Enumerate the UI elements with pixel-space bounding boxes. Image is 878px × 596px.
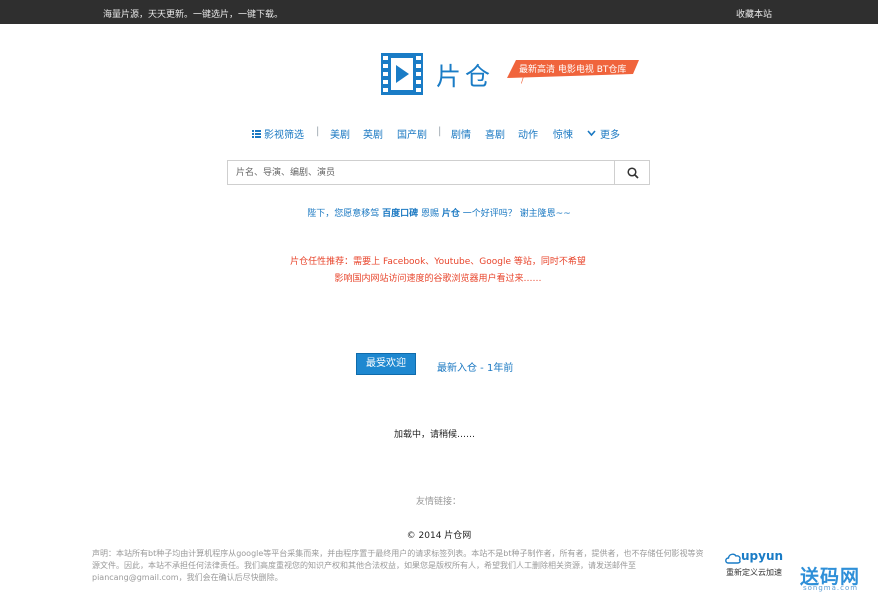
upyun-logo-text[interactable]: upyun xyxy=(741,549,783,563)
notice-text-3: 一个好评吗？ xyxy=(462,209,517,219)
loading-message: 加载中，请稍候…… xyxy=(394,430,476,440)
nav-item-drama[interactable]: 剧情 xyxy=(451,126,471,141)
nav-item-cn-drama[interactable]: 国产剧 xyxy=(397,126,427,141)
list-icon xyxy=(252,130,261,138)
watermark-url: songma.com xyxy=(803,584,859,592)
notice-text-2: 恩赐 xyxy=(421,209,440,219)
review-request-notice: 陛下，您愿意移驾 百度口碑 恩赐 片仓 一个好评吗？ 谢主隆恩~~ xyxy=(0,206,878,219)
nav-separator: | xyxy=(316,126,320,137)
nav-item-us-drama[interactable]: 美剧 xyxy=(330,126,350,141)
nav-item-comedy[interactable]: 喜剧 xyxy=(485,126,505,141)
upyun-subtitle: 重新定义云加速 xyxy=(726,568,782,577)
notice-text-1: 陛下，您愿意移驾 xyxy=(307,209,380,219)
search-button[interactable] xyxy=(614,161,649,184)
search-icon xyxy=(627,167,639,179)
site-slogan: 海量片源，天天更新。一键选片，一键下载。 xyxy=(103,10,284,20)
top-bar: 海量片源，天天更新。一键选片，一键下载。 收藏本站 xyxy=(0,0,878,24)
site-logo-text[interactable]: 片仓 xyxy=(436,57,494,93)
nav-separator: | xyxy=(438,126,442,137)
disclaimer: 声明：本站所有bt种子均由计算机程序从google等平台采集而来，并由程序置于最… xyxy=(92,549,704,582)
nav-filter-link[interactable]: 影视筛选 xyxy=(252,126,304,141)
nav-more-link[interactable]: 更多 xyxy=(587,126,620,141)
baidu-review-link[interactable]: 百度口碑 xyxy=(382,209,418,219)
nav-item-action[interactable]: 动作 xyxy=(518,126,538,141)
tagline-mark: / xyxy=(521,76,524,85)
chevron-down-icon xyxy=(587,130,596,137)
site-tagline: 最新高清 电影电视 BT仓库 xyxy=(519,65,627,75)
nav-more-label: 更多 xyxy=(600,130,620,141)
search-input[interactable] xyxy=(228,161,616,184)
thanks-link[interactable]: 谢主隆恩~~ xyxy=(520,209,571,219)
copyright: © 2014 片仓网 xyxy=(406,531,472,541)
recommendation-text[interactable]: 片仓任性推荐：需要上 Facebook、Youtube、Google 等站，同时… xyxy=(290,254,586,288)
nav-item-thriller[interactable]: 惊悚 xyxy=(553,126,573,141)
bookmark-site-link[interactable]: 收藏本站 xyxy=(736,7,772,20)
nav-filter-label: 影视筛选 xyxy=(264,130,304,141)
nav-item-uk-drama[interactable]: 英剧 xyxy=(363,126,383,141)
tab-latest-additions[interactable]: 最新入仓 - 1年前 xyxy=(437,359,513,374)
piancang-link[interactable]: 片仓 xyxy=(442,209,460,219)
friend-links-label: 友情链接： xyxy=(416,497,462,507)
search-bar xyxy=(227,160,650,185)
film-play-icon[interactable] xyxy=(381,53,423,95)
tab-most-popular[interactable]: 最受欢迎 xyxy=(356,353,416,375)
